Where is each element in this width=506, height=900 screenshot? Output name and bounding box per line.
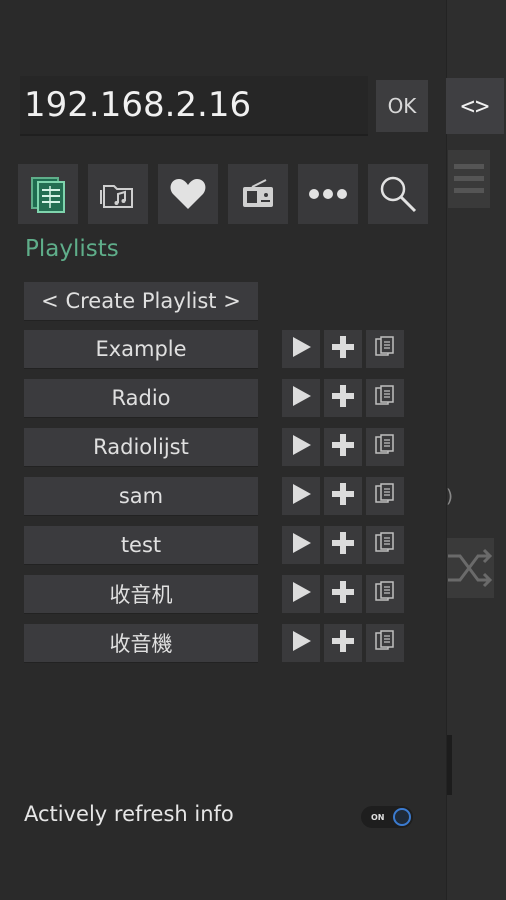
ok-button[interactable]: OK (376, 80, 428, 132)
plus-icon (331, 335, 355, 363)
plus-icon (331, 629, 355, 657)
plus-icon (331, 531, 355, 559)
playlist-edit-icon (373, 433, 397, 461)
server-ip-input[interactable] (20, 76, 368, 136)
playlist-edit-icon (373, 335, 397, 363)
shuffle-icon (446, 538, 494, 598)
playlist-name-button[interactable]: sam (24, 477, 258, 516)
play-playlist-button[interactable] (282, 428, 320, 466)
playlist-row: test (24, 526, 424, 575)
refresh-info-toggle[interactable]: ON (361, 806, 413, 828)
play-playlist-button[interactable] (282, 477, 320, 515)
play-icon (290, 385, 312, 411)
playlist-edit-icon (373, 629, 397, 657)
list-icon (448, 150, 490, 208)
music-folder-icon (100, 185, 133, 208)
playlist-name-button[interactable]: 收音机 (24, 575, 258, 614)
play-playlist-button[interactable] (282, 330, 320, 368)
playlist-row: Example (24, 330, 424, 379)
playlist-edit-icon (373, 580, 397, 608)
playlist-row: sam (24, 477, 424, 526)
play-playlist-button[interactable] (282, 526, 320, 564)
plus-icon (331, 433, 355, 461)
favorites-button[interactable] (158, 164, 218, 224)
heart-icon (170, 179, 206, 209)
add-playlist-button[interactable] (324, 624, 362, 662)
add-playlist-button[interactable] (324, 477, 362, 515)
playlist-row: Radio (24, 379, 424, 428)
navigation-drawer: OK (0, 0, 447, 900)
edit-playlist-button[interactable] (366, 624, 404, 662)
edit-playlist-button[interactable] (366, 575, 404, 613)
playlist-name-button[interactable]: Radio (24, 379, 258, 418)
toolbar (18, 164, 428, 224)
create-playlist-button[interactable]: < Create Playlist > (24, 282, 258, 321)
add-playlist-button[interactable] (324, 575, 362, 613)
radio-icon (243, 179, 273, 207)
playlist-name-button[interactable]: Example (24, 330, 258, 369)
add-playlist-button[interactable] (324, 526, 362, 564)
edit-playlist-button[interactable] (366, 379, 404, 417)
play-playlist-button[interactable] (282, 575, 320, 613)
add-playlist-button[interactable] (324, 379, 362, 417)
play-icon (290, 336, 312, 362)
playlist-row: Radiolijst (24, 428, 424, 477)
toggle-drawer-button[interactable]: <> (446, 78, 504, 134)
more-button[interactable] (298, 164, 358, 224)
edit-playlist-button[interactable] (366, 428, 404, 466)
background-app: ) (446, 0, 506, 900)
playlist-list: Example Radio Radiolijst sam test 收音机收音機 (24, 330, 424, 673)
playlist-name-button[interactable]: test (24, 526, 258, 565)
play-icon (290, 630, 312, 656)
playlist-edit-icon (373, 531, 397, 559)
add-playlist-button[interactable] (324, 428, 362, 466)
plus-icon (331, 482, 355, 510)
play-icon (290, 532, 312, 558)
playlist-row: 收音机 (24, 575, 424, 624)
playlist-name-button[interactable]: Radiolijst (24, 428, 258, 467)
play-playlist-button[interactable] (282, 379, 320, 417)
folder-button[interactable] (88, 164, 148, 224)
edit-playlist-button[interactable] (366, 330, 404, 368)
queue-icon (31, 177, 65, 213)
edit-playlist-button[interactable] (366, 526, 404, 564)
queue-button[interactable] (18, 164, 78, 224)
more-icon (309, 189, 347, 199)
search-icon (380, 176, 417, 213)
play-icon (290, 581, 312, 607)
radio-button[interactable] (228, 164, 288, 224)
plus-icon (331, 580, 355, 608)
play-icon (290, 483, 312, 509)
playlist-row: 收音機 (24, 624, 424, 673)
refresh-info-label: Actively refresh info (24, 802, 234, 826)
edit-playlist-button[interactable] (366, 477, 404, 515)
toggle-state-label: ON (371, 812, 385, 822)
background-text: ) (446, 486, 454, 507)
playlist-edit-icon (373, 384, 397, 412)
plus-icon (331, 384, 355, 412)
add-playlist-button[interactable] (324, 330, 362, 368)
playlists-heading: Playlists (25, 236, 119, 262)
play-icon (290, 434, 312, 460)
playlist-edit-icon (373, 482, 397, 510)
play-playlist-button[interactable] (282, 624, 320, 662)
search-button[interactable] (368, 164, 428, 224)
toggle-knob (393, 808, 411, 826)
playlist-name-button[interactable]: 收音機 (24, 624, 258, 663)
